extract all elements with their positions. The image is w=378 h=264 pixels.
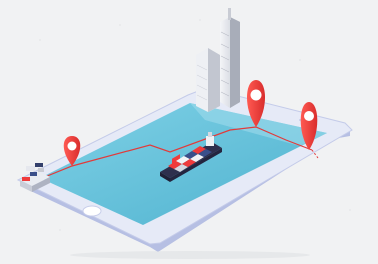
phone-shadow [70,251,310,259]
home-button-icon [82,205,102,217]
illustration-scene [16,8,353,259]
skyscraper-icon [196,8,240,112]
